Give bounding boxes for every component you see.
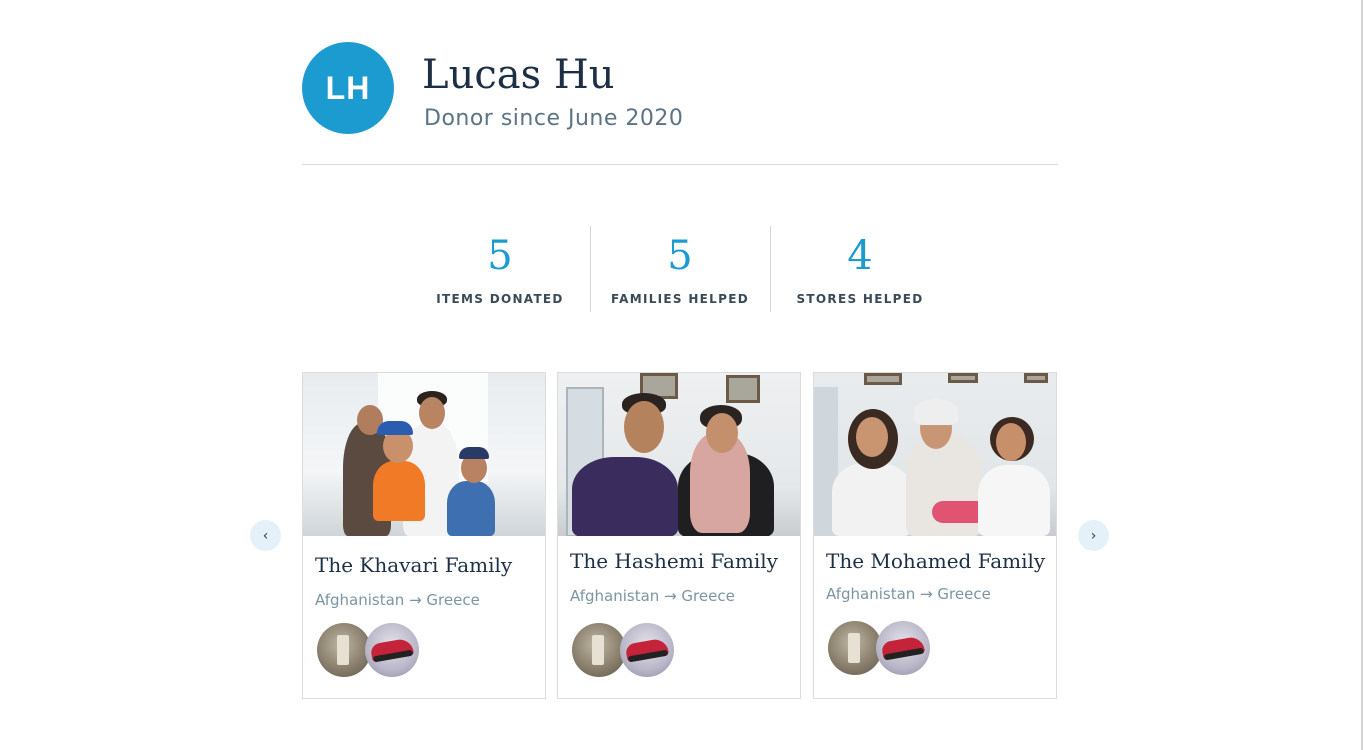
stat-value: 5	[487, 233, 513, 279]
donated-items	[572, 623, 674, 677]
stat-value: 4	[847, 233, 873, 279]
chevron-right-icon: ›	[1090, 527, 1097, 544]
stat-items-donated: 5 ITEMS DONATED	[410, 226, 590, 312]
family-route: Afghanistan → Greece	[826, 585, 991, 603]
family-name: The Hashemi Family	[570, 549, 778, 573]
donor-name: Lucas Hu	[422, 52, 615, 98]
family-name: The Khavari Family	[315, 553, 513, 577]
stat-value: 5	[667, 233, 693, 279]
donated-items	[317, 623, 419, 677]
family-photo	[558, 373, 800, 536]
family-photo	[814, 373, 1056, 536]
donor-since: Donor since June 2020	[424, 106, 684, 131]
item-thumbnail[interactable]	[317, 623, 371, 677]
avatar: LH	[302, 42, 394, 134]
chevron-left-icon: ‹	[262, 527, 269, 544]
item-thumbnail[interactable]	[572, 623, 626, 677]
family-route: Afghanistan → Greece	[315, 591, 480, 609]
header-divider	[302, 164, 1058, 165]
family-card[interactable]: The Khavari Family Afghanistan → Greece	[302, 372, 546, 699]
family-card[interactable]: The Mohamed Family Afghanistan → Greece	[813, 372, 1057, 699]
stat-label: STORES HELPED	[796, 292, 924, 306]
stat-label: ITEMS DONATED	[436, 292, 564, 306]
family-card[interactable]: The Hashemi Family Afghanistan → Greece	[557, 372, 801, 699]
stat-label: FAMILIES HELPED	[611, 292, 749, 306]
stat-stores-helped: 4 STORES HELPED	[770, 226, 950, 312]
item-thumbnail[interactable]	[828, 621, 882, 675]
family-name: The Mohamed Family	[826, 549, 1046, 573]
family-photo	[303, 373, 545, 536]
item-thumbnail[interactable]	[876, 621, 930, 675]
carousel-next-button[interactable]: ›	[1078, 520, 1109, 551]
avatar-initials: LH	[325, 69, 371, 106]
stat-families-helped: 5 FAMILIES HELPED	[590, 226, 770, 312]
family-route: Afghanistan → Greece	[570, 587, 735, 605]
item-thumbnail[interactable]	[365, 623, 419, 677]
stats-row: 5 ITEMS DONATED 5 FAMILIES HELPED 4 STOR…	[410, 226, 950, 312]
donated-items	[828, 621, 930, 675]
item-thumbnail[interactable]	[620, 623, 674, 677]
carousel-prev-button[interactable]: ‹	[250, 520, 281, 551]
